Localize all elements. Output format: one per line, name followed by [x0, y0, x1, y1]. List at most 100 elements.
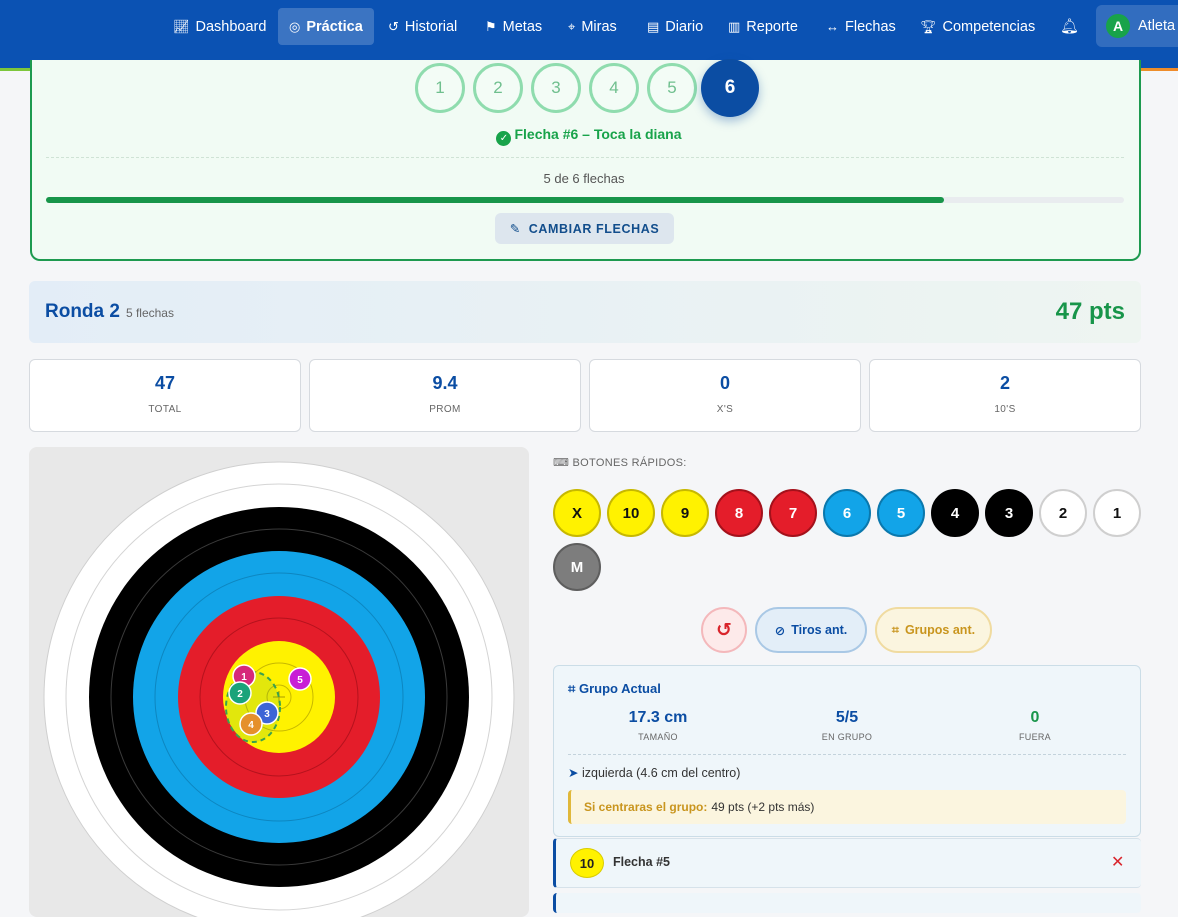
- group-icon: ⌗: [891, 622, 899, 637]
- group-outside: 0 FUERA: [945, 709, 1125, 742]
- score-button-10[interactable]: 10: [607, 489, 655, 537]
- round-subtitle: 5 flechas: [125, 306, 174, 320]
- nav-competencias[interactable]: 🏆︎ Competencias: [909, 8, 1046, 45]
- stat-value: 9.4: [432, 373, 458, 393]
- nav-label: Metas: [502, 18, 543, 35]
- location-arrow-icon: ➤: [568, 766, 579, 780]
- stat-total: 47 TOTAL: [29, 359, 301, 432]
- nav-dashboard[interactable]: 📈︎ Dashboard: [162, 8, 277, 45]
- score-button-3[interactable]: 3: [985, 489, 1033, 537]
- shot-marker-4[interactable]: 4: [239, 712, 263, 736]
- group-direction: ➤ izquierda (4.6 cm del centro): [568, 765, 740, 780]
- score-button-5[interactable]: 5: [877, 489, 925, 537]
- divider: [46, 157, 1124, 158]
- nav-practica[interactable]: ◎ Práctica: [278, 8, 374, 45]
- group-size: 17.3 cm TAMAÑO: [568, 709, 748, 742]
- shot-marker-label: 1: [241, 672, 247, 683]
- stat-average: 9.4 PROM: [309, 359, 581, 432]
- arrow-score-badge: 10: [570, 848, 604, 878]
- arrow-bubble-4[interactable]: 4: [589, 63, 639, 113]
- group-size-label: TAMAÑO: [638, 732, 678, 742]
- score-button-4[interactable]: 4: [931, 489, 979, 537]
- shot-marker-2[interactable]: 2: [228, 681, 252, 705]
- nav-historial[interactable]: ↺ Historial: [377, 8, 468, 45]
- score-button-2[interactable]: 2: [1039, 489, 1087, 537]
- previous-groups-toggle[interactable]: ⌗ Grupos ant.: [875, 607, 992, 653]
- avatar: A: [1106, 14, 1130, 38]
- stat-value: 0: [719, 373, 730, 393]
- nav-metas[interactable]: ⚑ Metas: [474, 8, 553, 45]
- trophy-icon: 🏆︎: [920, 18, 937, 34]
- check-circle-icon: ✓: [496, 131, 512, 146]
- arrow-bubble-2[interactable]: 2: [473, 63, 523, 113]
- quick-buttons-label: ⌨ BOTONES RÁPIDOS:: [553, 456, 687, 469]
- arrow-bubble-3[interactable]: 3: [531, 63, 581, 113]
- arrow-bubble-5[interactable]: 5: [647, 63, 697, 113]
- score-button-9[interactable]: 9: [661, 489, 709, 537]
- stat-label: X'S: [716, 404, 734, 415]
- round-title: Ronda 2 5 flechas: [45, 301, 174, 323]
- edit-icon: ✎: [509, 222, 521, 236]
- nav-miras[interactable]: ⌖ Miras: [557, 8, 628, 45]
- stat-tens: 2 10'S: [869, 359, 1141, 432]
- user-menu[interactable]: A Atleta: [1096, 5, 1178, 47]
- score-button-6[interactable]: 6: [823, 489, 871, 537]
- stat-value: 2: [999, 373, 1010, 393]
- stat-label: TOTAL: [148, 404, 182, 415]
- undo-button[interactable]: ↺: [701, 607, 747, 653]
- nav-label: Práctica: [306, 18, 363, 35]
- group-title: ⌗ Grupo Actual: [568, 681, 661, 697]
- chart-line-icon: 📈︎: [173, 18, 190, 34]
- center-hint-value: 49 pts (+2 pts más): [711, 800, 815, 814]
- nav-label: Diario: [665, 18, 704, 35]
- score-button-8[interactable]: 8: [715, 489, 763, 537]
- nav-reporte[interactable]: ▥ Reporte: [717, 8, 809, 45]
- nav-label: Historial: [404, 18, 458, 35]
- group-icon: ⌗: [568, 681, 576, 696]
- shot-marker-label: 5: [297, 675, 303, 686]
- previous-shots-toggle[interactable]: ⊘ Tiros ant.: [755, 607, 867, 653]
- nav-flechas[interactable]: ↔ Flechas: [815, 8, 907, 45]
- previous-groups-label: Grupos ant.: [904, 623, 976, 637]
- group-in-group: 5/5 EN GRUPO: [757, 709, 937, 742]
- shot-marker-5[interactable]: 5: [288, 667, 312, 691]
- nav-diario[interactable]: ▤ Diario: [636, 8, 714, 45]
- group-direction-text: izquierda (4.6 cm del centro): [581, 766, 741, 780]
- score-button-7[interactable]: 7: [769, 489, 817, 537]
- arrow-label: Flecha #5: [613, 855, 670, 869]
- round-title-text: Ronda 2: [45, 301, 120, 322]
- divider: [568, 754, 1126, 755]
- score-button-1[interactable]: 1: [1093, 489, 1141, 537]
- score-button-x[interactable]: X: [553, 489, 601, 537]
- target-icon: ◎: [289, 18, 301, 34]
- group-outside-label: FUERA: [1018, 732, 1051, 742]
- crosshairs-icon: ⌖: [568, 18, 576, 34]
- stat-label: PROM: [429, 404, 461, 415]
- center-hint-label: Si centraras el grupo:: [584, 800, 708, 814]
- arrow-status-text: Flecha #6 – Toca la diana: [514, 126, 682, 142]
- arrow-bubble-6[interactable]: 6: [701, 59, 759, 117]
- group-in-group-value: 5/5: [835, 709, 859, 726]
- round-header: Ronda 2 5 flechas 47 pts: [29, 281, 1141, 343]
- stat-xs: 0 X'S: [589, 359, 861, 432]
- nav-label: Miras: [581, 18, 617, 35]
- score-button-m[interactable]: M: [553, 543, 601, 591]
- delete-icon[interactable]: ✕: [1111, 852, 1124, 872]
- nav-label: Reporte: [746, 18, 798, 35]
- current-group-panel: ⌗ Grupo Actual 17.3 cm TAMAÑO 5/5 EN GRU…: [553, 665, 1141, 837]
- book-icon: ▤: [647, 18, 660, 34]
- shot-marker-label: 2: [237, 689, 243, 700]
- archery-target[interactable]: 1 2 34 5: [29, 447, 529, 917]
- bell-icon[interactable]: 🔔︎: [1060, 17, 1079, 35]
- round-points: 47 pts: [1055, 298, 1125, 325]
- list-item[interactable]: 10 Flecha #5 ✕: [553, 838, 1141, 888]
- target-area[interactable]: 1 2 34 5: [29, 447, 529, 917]
- progress-text: 5 de 6 flechas: [543, 171, 625, 186]
- group-size-value: 17.3 cm: [628, 709, 688, 726]
- eye-slash-icon: ⊘: [774, 623, 786, 638]
- change-arrows-button[interactable]: ✎ CAMBIAR FLECHAS: [495, 213, 674, 244]
- arrow-bubble-1[interactable]: 1: [415, 63, 465, 113]
- history-icon: ↺: [388, 18, 399, 34]
- group-outside-value: 0: [1030, 709, 1040, 726]
- undo-icon: ↺: [716, 619, 732, 641]
